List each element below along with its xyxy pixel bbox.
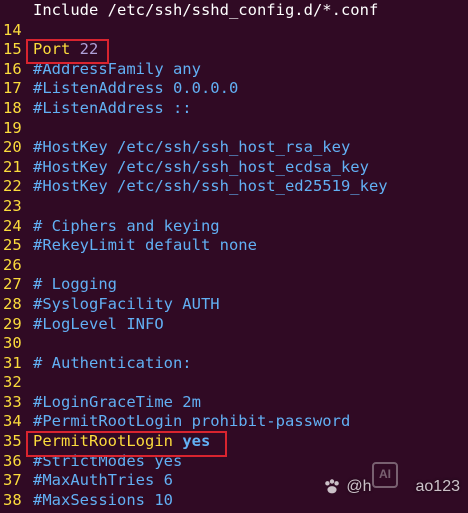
code-line[interactable]: 35 PermitRootLogin yes [0, 432, 468, 452]
code-token: #MaxAuthTries 6 [33, 471, 173, 490]
code-line[interactable]: 26 [0, 256, 468, 276]
line-number: 36 [3, 451, 22, 470]
line-number: 38 [3, 490, 22, 509]
code-line[interactable]: 19 [0, 119, 468, 139]
line-number: 25 [3, 236, 22, 255]
line-text: #PermitRootLogin prohibit-password [33, 412, 350, 432]
code-token: #RekeyLimit default none [33, 236, 257, 255]
line-text: # Logging [33, 275, 117, 295]
line-text: #MaxSessions 10 [33, 491, 173, 511]
line-text: # Authentication: [33, 354, 192, 374]
line-text: #StrictModes yes [33, 452, 182, 472]
line-number: 24 [3, 216, 22, 235]
line-number: 17 [3, 79, 22, 98]
code-line[interactable]: 20 #HostKey /etc/ssh/ssh_host_rsa_key [0, 138, 468, 158]
code-line[interactable]: 30 [0, 334, 468, 354]
code-token: #PermitRootLogin prohibit-password [33, 412, 351, 431]
paw-logo-icon [325, 479, 340, 494]
code-token: #ListenAddress :: [33, 98, 192, 117]
line-text: Port 22 [33, 40, 98, 60]
code-line[interactable]: 18 #ListenAddress :: [0, 99, 468, 119]
line-number: 15 [3, 40, 22, 59]
line-number: 27 [3, 275, 22, 294]
line-text: #RekeyLimit default none [33, 236, 257, 256]
watermark-text: @h [346, 478, 372, 496]
code-line[interactable]: 21 #HostKey /etc/ssh/ssh_host_ecdsa_key [0, 158, 468, 178]
code-token: #LoginGraceTime 2m [33, 392, 201, 411]
code-line[interactable]: 29 #LogLevel INFO [0, 315, 468, 335]
line-text: Include /etc/ssh/sshd_config.d/*.conf [33, 1, 378, 21]
line-text: PermitRootLogin yes [33, 432, 210, 452]
code-line[interactable]: Include /etc/ssh/sshd_config.d/*.conf [0, 1, 468, 21]
code-token: # Logging [33, 275, 117, 294]
code-line[interactable]: 33 #LoginGraceTime 2m [0, 393, 468, 413]
line-number: 20 [3, 138, 22, 157]
line-number: 29 [3, 314, 22, 333]
line-number: 34 [3, 412, 22, 431]
line-number: 31 [3, 353, 22, 372]
line-number: 23 [3, 196, 22, 215]
line-number: 18 [3, 98, 22, 117]
line-text: #LoginGraceTime 2m [33, 393, 201, 413]
code-line[interactable]: 14 [0, 21, 468, 41]
code-line[interactable]: 25 #RekeyLimit default none [0, 236, 468, 256]
line-text: #HostKey /etc/ssh/ssh_host_rsa_key [33, 138, 350, 158]
line-text: #LogLevel INFO [33, 315, 164, 335]
line-number: 28 [3, 294, 22, 313]
line-number: 19 [3, 118, 22, 137]
line-number: 14 [3, 20, 22, 39]
code-token: #ListenAddress 0.0.0.0 [33, 79, 239, 98]
code-token: yes [182, 432, 211, 451]
line-text: #ListenAddress :: [33, 99, 192, 119]
code-token: PermitRootLogin [33, 432, 183, 451]
author-watermark: @h ao123 [321, 469, 460, 505]
line-text: #AddressFamily any [33, 60, 201, 80]
line-number: 30 [3, 334, 22, 353]
code-token: # Ciphers and keying [33, 216, 220, 235]
line-text: # Ciphers and keying [33, 217, 220, 237]
code-token: #MaxSessions 10 [33, 490, 173, 509]
line-number [0, 1, 33, 21]
line-number: 26 [3, 255, 22, 274]
code-line[interactable]: 28 #SyslogFacility AUTH [0, 295, 468, 315]
watermark-text-tail: ao123 [415, 478, 461, 496]
line-number: 33 [3, 392, 22, 411]
line-number: 16 [3, 59, 22, 78]
code-line[interactable]: 15 Port 22 [0, 40, 468, 60]
code-token: #AddressFamily any [33, 59, 201, 78]
line-text: #SyslogFacility AUTH [33, 295, 220, 315]
line-number: 35 [3, 432, 22, 451]
line-number: 22 [3, 177, 22, 196]
line-number: 32 [3, 373, 22, 392]
code-line[interactable]: 34 #PermitRootLogin prohibit-password [0, 412, 468, 432]
code-line[interactable]: 23 [0, 197, 468, 217]
line-number: 37 [3, 471, 22, 490]
code-token: # Authentication: [33, 353, 192, 372]
code-line[interactable]: 24 # Ciphers and keying [0, 217, 468, 237]
code-line[interactable]: 17 #ListenAddress 0.0.0.0 [0, 79, 468, 99]
code-line[interactable]: 22 #HostKey /etc/ssh/ssh_host_ed25519_key [0, 177, 468, 197]
code-line[interactable]: 27 # Logging [0, 275, 468, 295]
line-text: #HostKey /etc/ssh/ssh_host_ecdsa_key [33, 158, 369, 178]
line-text: #ListenAddress 0.0.0.0 [33, 79, 238, 99]
code-token: #SyslogFacility AUTH [33, 294, 220, 313]
code-token: #HostKey /etc/ssh/ssh_host_rsa_key [33, 138, 351, 157]
code-token: #LogLevel INFO [33, 314, 164, 333]
code-token: #StrictModes yes [33, 451, 183, 470]
line-text: #HostKey /etc/ssh/ssh_host_ed25519_key [33, 177, 388, 197]
editor-lines[interactable]: Include /etc/ssh/sshd_config.d/*.conf 14 1… [0, 1, 468, 510]
code-token: Port [33, 40, 80, 59]
terminal-editor[interactable]: Include /etc/ssh/sshd_config.d/*.conf 14 1… [0, 0, 468, 513]
code-line[interactable]: 16 #AddressFamily any [0, 60, 468, 80]
code-token: #HostKey /etc/ssh/ssh_host_ecdsa_key [33, 157, 369, 176]
code-token: Include /etc/ssh/sshd_config.d/*.conf [33, 1, 379, 19]
line-number: 21 [3, 157, 22, 176]
code-token: #HostKey /etc/ssh/ssh_host_ed25519_key [33, 177, 388, 196]
code-token: 22 [79, 40, 99, 59]
line-text: #MaxAuthTries 6 [33, 471, 173, 491]
code-line[interactable]: 32 [0, 373, 468, 393]
code-line[interactable]: 31 # Authentication: [0, 354, 468, 374]
